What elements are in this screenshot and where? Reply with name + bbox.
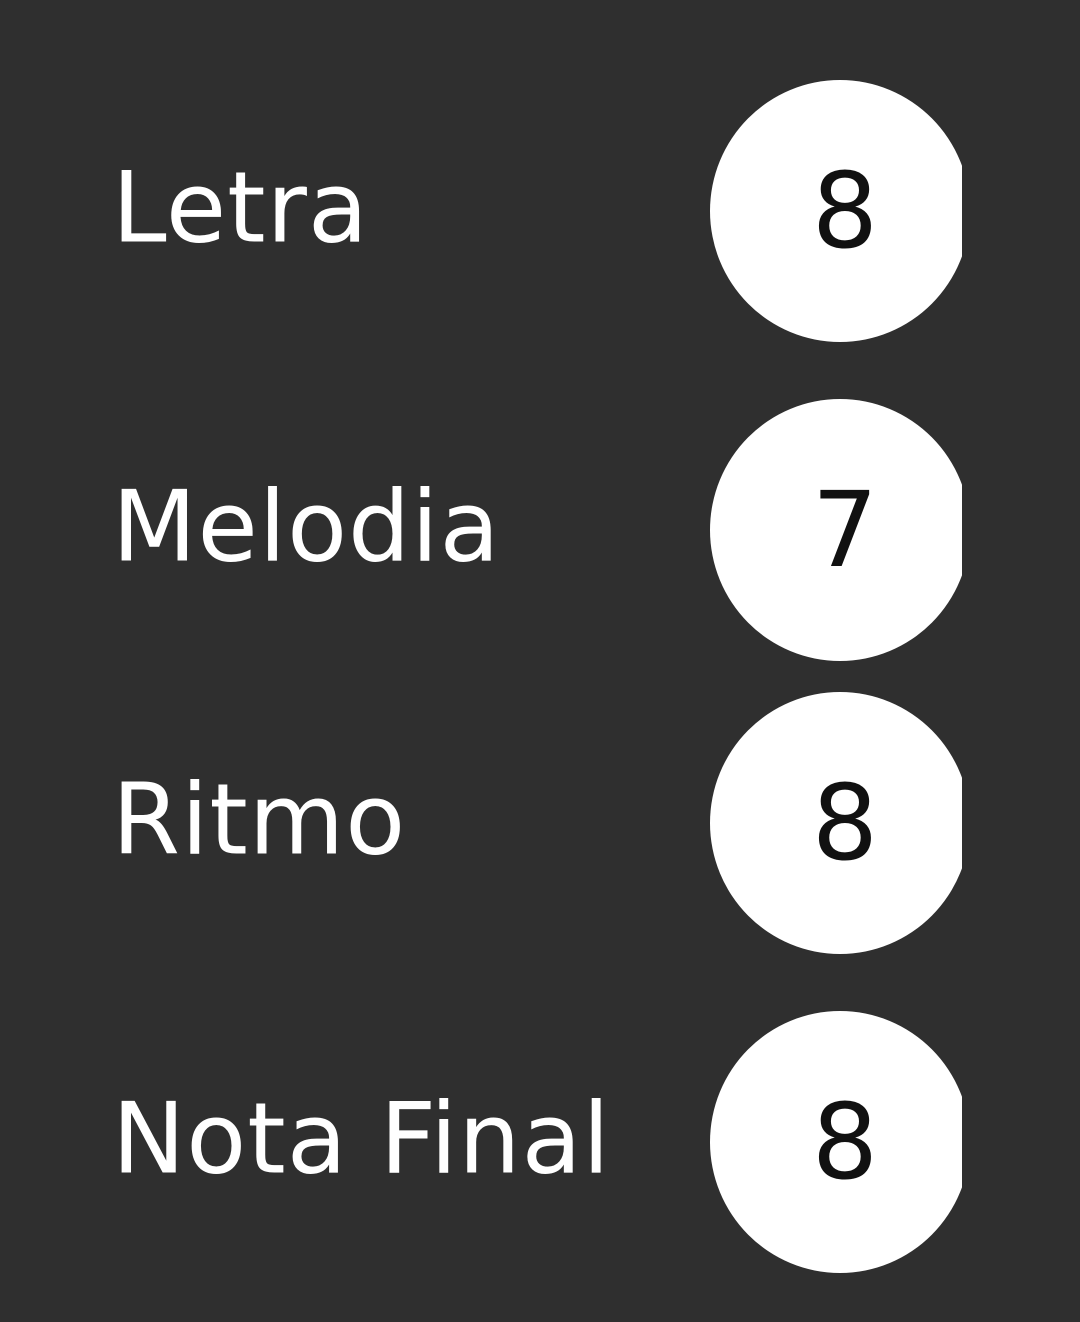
rating-row-nota-final: Nota Final 8 [0, 1011, 1080, 1273]
rating-row-ritmo: Ritmo 8 [0, 692, 1080, 954]
rating-row-melodia: Melodia 7 [0, 399, 1080, 661]
rating-label: Nota Final [112, 1082, 611, 1197]
score-badge: 8 [710, 692, 962, 954]
score-badge: 8 [710, 80, 962, 342]
score-value: 8 [811, 762, 879, 884]
rating-row-letra: Letra 8 [0, 80, 1080, 342]
score-value: 8 [811, 1081, 879, 1203]
rating-label: Ritmo [112, 763, 407, 878]
score-badge: 8 [710, 1011, 962, 1273]
rating-label: Letra [112, 151, 369, 266]
score-value: 7 [811, 469, 879, 591]
score-badge: 7 [710, 399, 962, 661]
rating-label: Melodia [112, 470, 501, 585]
score-value: 8 [811, 150, 879, 272]
